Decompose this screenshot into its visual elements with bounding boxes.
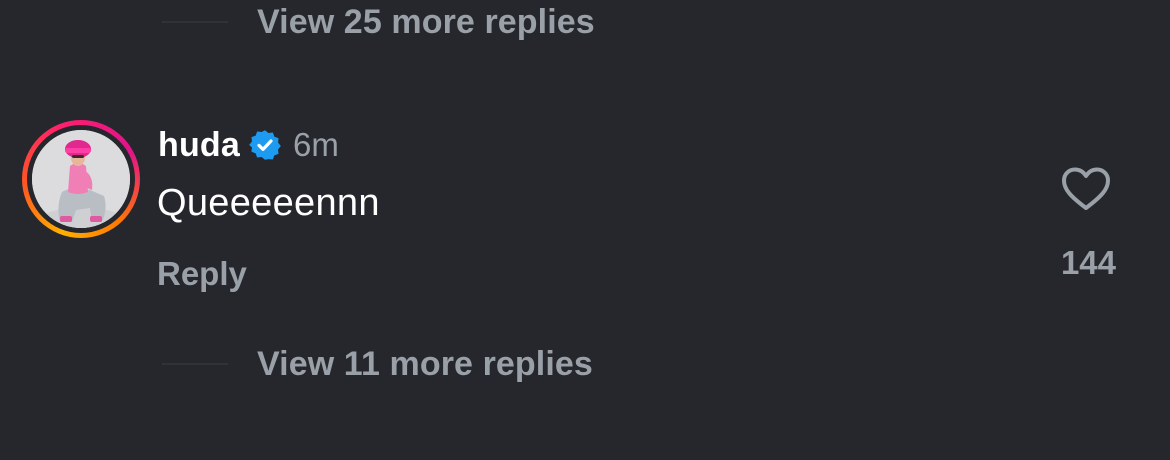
reply-button[interactable]: Reply <box>157 252 247 296</box>
view-more-replies-label: View 25 more replies <box>257 3 595 41</box>
comment-timestamp: 6m <box>293 126 339 163</box>
view-more-replies-top[interactable]: View 25 more replies <box>162 2 595 42</box>
view-more-replies-bottom[interactable]: View 11 more replies <box>162 344 593 384</box>
avatar[interactable] <box>22 120 140 238</box>
username[interactable]: huda <box>158 126 240 165</box>
like-count: 144 <box>1060 244 1116 281</box>
avatar-photo <box>32 130 130 228</box>
avatar-image <box>32 130 130 228</box>
view-more-replies-label: View 11 more replies <box>257 345 593 383</box>
verified-badge-icon <box>249 130 281 160</box>
reply-thread-line <box>162 363 228 365</box>
reply-thread-line <box>162 21 228 23</box>
comment-header: huda 6m <box>158 122 339 168</box>
avatar-ring-gap <box>27 125 135 233</box>
comment-text: Queeeeennn <box>157 182 380 224</box>
heart-outline-icon[interactable] <box>1060 165 1112 213</box>
